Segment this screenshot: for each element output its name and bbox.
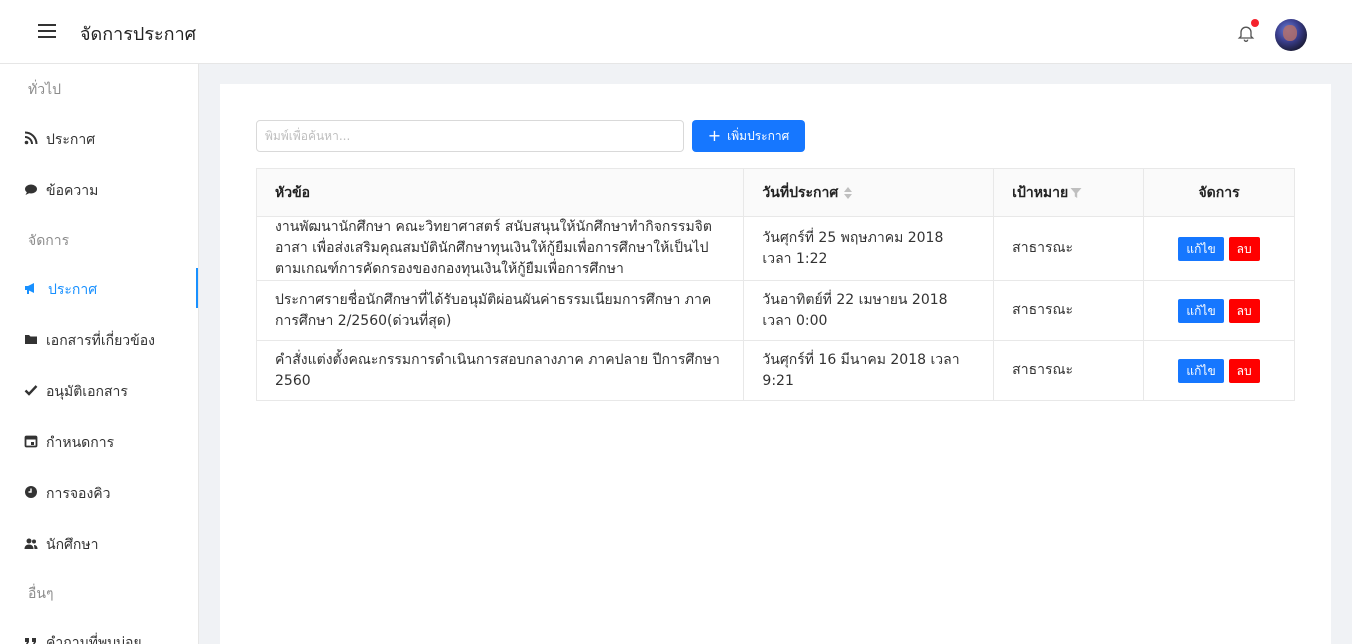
main-content: + เพิ่มประกาศ หัวข้อ วันที่ประกาศ เป้าหมา… xyxy=(220,84,1331,644)
table-row: คำสั่งแต่งตั้งคณะกรรมการดำเนินการสอบกลาง… xyxy=(255,340,1295,401)
quote-icon xyxy=(25,638,36,644)
sidebar-item-label: ข้อความ xyxy=(46,183,99,199)
sidebar-item-label: คำถามที่พบบ่อย xyxy=(46,635,142,644)
cell-title: งานพัฒนานักศึกษา คณะวิทยาศาสตร์ สนับสนุน… xyxy=(255,216,745,281)
table-row: งานพัฒนานักศึกษา คณะวิทยาศาสตร์ สนับสนุน… xyxy=(255,216,1295,281)
sidebar-item-label: กำหนดการ xyxy=(46,435,115,451)
cell-target: สาธารณะ xyxy=(993,280,1145,341)
table-header-row: หัวข้อ วันที่ประกาศ เป้าหมาย จัดการ xyxy=(255,168,1295,217)
page-title: จัดการประกาศ xyxy=(80,24,197,45)
folder-icon xyxy=(25,335,37,344)
avatar[interactable] xyxy=(1275,19,1307,51)
notification-dot xyxy=(1251,19,1259,27)
sidebar-item-documents[interactable]: เอกสารที่เกี่ยวข้อง xyxy=(0,319,198,359)
add-announcement-label: เพิ่มประกาศ xyxy=(727,129,790,143)
edit-button[interactable]: แก้ไข xyxy=(1178,358,1224,383)
sidebar-item-label: อนุมัติเอกสาร xyxy=(46,384,128,400)
rss-icon xyxy=(24,131,38,145)
sidebar-item-manage-announcements[interactable]: ประกาศ xyxy=(0,268,198,308)
cell-date: วันศุกร์ที่ 25 พฤษภาคม 2018 เวลา 1:22 xyxy=(743,216,995,281)
sidebar-item-students[interactable]: นักศึกษา xyxy=(0,523,198,563)
column-header-date-label: วันที่ประกาศ xyxy=(762,184,839,201)
column-header-target: เป้าหมาย xyxy=(993,168,1145,217)
cell-title: คำสั่งแต่งตั้งคณะกรรมการดำเนินการสอบกลาง… xyxy=(255,340,745,401)
sidebar-item-label: ประกาศ xyxy=(48,282,98,298)
cell-actions: แก้ไข ลบ xyxy=(1143,216,1295,281)
sidebar-group-general: ทั่วไป xyxy=(28,82,62,98)
announcement-table: หัวข้อ วันที่ประกาศ เป้าหมาย จัดการ งานพ… xyxy=(255,168,1295,401)
sidebar-item-booking[interactable]: การจองคิว xyxy=(0,472,198,512)
delete-button[interactable]: ลบ xyxy=(1228,298,1260,323)
column-header-date[interactable]: วันที่ประกาศ xyxy=(743,168,995,217)
megaphone-icon xyxy=(25,283,34,294)
sidebar-item-label: เอกสารที่เกี่ยวข้อง xyxy=(46,333,155,349)
cell-title: ประกาศรายชื่อนักศึกษาที่ได้รับอนุมัติผ่อ… xyxy=(255,280,745,341)
sidebar-item-approve-documents[interactable]: อนุมัติเอกสาร xyxy=(0,370,198,410)
column-header-title-label: หัวข้อ xyxy=(275,184,311,201)
filter-icon[interactable] xyxy=(1070,187,1082,199)
sidebar-item-messages[interactable]: ข้อความ xyxy=(0,169,198,209)
sidebar: ทั่วไป ประกาศ ข้อความ จัดการ ประกาศ เอกส… xyxy=(0,64,199,644)
edit-button[interactable]: แก้ไข xyxy=(1178,236,1224,261)
sidebar-item-faq[interactable]: คำถามที่พบบ่อย xyxy=(0,621,198,644)
cell-target: สาธารณะ xyxy=(993,216,1145,281)
cell-date: วันอาทิตย์ที่ 22 เมษายน 2018 เวลา 0:00 xyxy=(743,280,995,341)
cell-target: สาธารณะ xyxy=(993,340,1145,401)
cell-date: วันศุกร์ที่ 16 มีนาคม 2018 เวลา 9:21 xyxy=(743,340,995,401)
cell-actions: แก้ไข ลบ xyxy=(1143,340,1295,401)
sidebar-item-label: นักศึกษา xyxy=(46,537,99,553)
sidebar-group-manage: จัดการ xyxy=(28,233,70,249)
check-icon xyxy=(24,385,38,396)
column-header-title: หัวข้อ xyxy=(255,168,745,217)
sidebar-item-announcements[interactable]: ประกาศ xyxy=(0,118,198,158)
column-header-actions-label: จัดการ xyxy=(1198,184,1240,201)
top-header: จัดการประกาศ xyxy=(0,0,1352,64)
plus-icon: + xyxy=(707,126,722,145)
delete-button[interactable]: ลบ xyxy=(1228,236,1260,261)
sidebar-item-label: ประกาศ xyxy=(46,132,96,148)
column-header-actions: จัดการ xyxy=(1143,168,1295,217)
hamburger-menu-icon[interactable] xyxy=(38,24,56,38)
clock-icon xyxy=(25,486,37,498)
sort-icon[interactable] xyxy=(844,186,853,199)
sidebar-item-schedule[interactable]: กำหนดการ xyxy=(0,421,198,461)
delete-button[interactable]: ลบ xyxy=(1228,358,1260,383)
sidebar-item-label: การจองคิว xyxy=(46,486,111,502)
users-icon xyxy=(24,538,38,549)
message-icon xyxy=(25,184,37,195)
cell-actions: แก้ไข ลบ xyxy=(1143,280,1295,341)
search-input[interactable] xyxy=(256,120,684,152)
sidebar-group-other: อื่นๆ xyxy=(28,586,54,602)
column-header-target-label: เป้าหมาย xyxy=(1012,184,1069,201)
calendar-icon xyxy=(24,435,38,448)
table-row: ประกาศรายชื่อนักศึกษาที่ได้รับอนุมัติผ่อ… xyxy=(255,280,1295,341)
edit-button[interactable]: แก้ไข xyxy=(1178,298,1224,323)
add-announcement-button[interactable]: + เพิ่มประกาศ xyxy=(692,120,805,152)
